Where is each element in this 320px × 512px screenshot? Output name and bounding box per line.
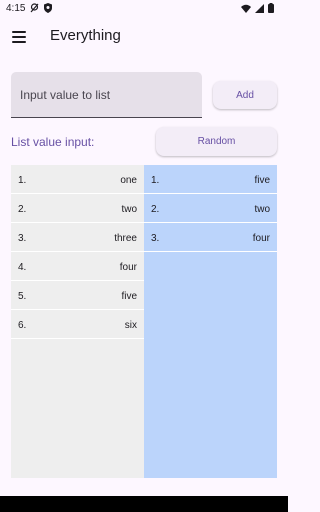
list-item-index: 3. (18, 233, 27, 244)
list-item-value: five (254, 175, 270, 186)
list-item[interactable]: 2. two (11, 194, 144, 223)
list-item-index: 6. (18, 320, 27, 331)
list-item[interactable]: 4. four (11, 252, 144, 281)
list-item[interactable]: 5. five (11, 281, 144, 310)
list-item[interactable]: 1. one (11, 165, 144, 194)
list-item[interactable]: 3. four (144, 223, 277, 252)
list-item[interactable]: 2. two (144, 194, 277, 223)
list-item-value: four (252, 233, 270, 244)
right-list: 1. five 2. two 3. four (144, 165, 277, 478)
status-left-icons (30, 3, 52, 13)
status-time: 4:15 (6, 3, 26, 14)
list-item-index: 1. (18, 175, 27, 186)
location-off-icon (30, 3, 39, 13)
list-item-value: four (119, 262, 137, 273)
list-item-value: two (121, 204, 137, 215)
app-bar: Everything (0, 18, 288, 58)
shield-icon (44, 3, 52, 13)
list-item-index: 4. (18, 262, 27, 273)
system-navigation-bar (0, 496, 288, 512)
list-item-value: one (120, 175, 137, 186)
list-item-index: 2. (151, 204, 160, 215)
add-button[interactable]: Add (213, 81, 277, 109)
list-item[interactable]: 3. three (11, 223, 144, 252)
list-item-index: 3. (151, 233, 160, 244)
list-item-value: six (124, 320, 137, 331)
list-item-index: 5. (18, 291, 27, 302)
list-item-value: three (114, 233, 137, 244)
wifi-icon (241, 4, 251, 13)
list-item-index: 2. (18, 204, 27, 215)
list-value-input-label: List value input: (11, 135, 95, 149)
status-right-icons (241, 3, 274, 13)
list-item-value: two (254, 204, 270, 215)
list-value-input[interactable]: Input value to list (11, 72, 202, 118)
input-placeholder: Input value to list (20, 88, 111, 102)
hamburger-menu-icon[interactable] (12, 31, 26, 43)
list-item-value: five (121, 291, 137, 302)
battery-icon (268, 3, 274, 13)
left-list: 1. one 2. two 3. three 4. four 5. five 6… (11, 165, 144, 478)
list-item[interactable]: 6. six (11, 310, 144, 339)
list-item[interactable]: 1. five (144, 165, 277, 194)
page-title: Everything (50, 27, 121, 44)
random-button[interactable]: Random (156, 127, 277, 156)
signal-icon (255, 3, 264, 13)
list-item-index: 1. (151, 175, 160, 186)
status-bar: 4:15 (0, 0, 288, 18)
